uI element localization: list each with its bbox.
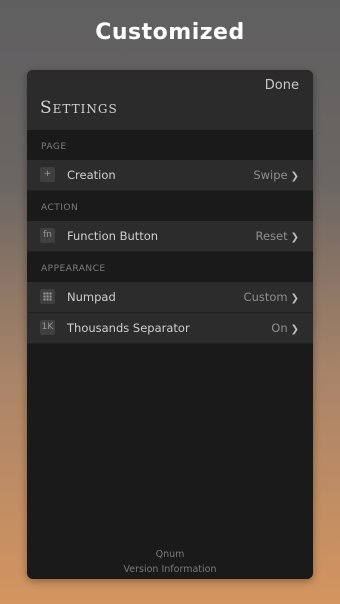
row-function-button[interactable]: fn Function Button Reset ❯ — [27, 221, 313, 252]
chevron-right-icon: ❯ — [290, 293, 299, 304]
footer: Qnum Version Information — [27, 547, 313, 577]
row-label: Function Button — [67, 229, 159, 243]
row-value: Swipe ❯ — [253, 168, 299, 182]
row-creation[interactable]: + Creation Swipe ❯ — [27, 160, 313, 191]
section-label-page: PAGE — [41, 142, 67, 152]
row-value: Reset ❯ — [255, 229, 299, 243]
section-label-appearance: APPEARANCE — [41, 264, 106, 274]
plus-icon: + — [40, 167, 55, 182]
panel-header: Done Settings — [27, 70, 313, 130]
chevron-right-icon: ❯ — [290, 324, 299, 335]
row-value: On ❯ — [271, 321, 299, 335]
row-thousands-separator[interactable]: 1K Thousands Separator On ❯ — [27, 313, 313, 344]
chevron-right-icon: ❯ — [290, 171, 299, 182]
done-button[interactable]: Done — [265, 78, 299, 93]
row-numpad[interactable]: Numpad Custom ❯ — [27, 282, 313, 313]
thousands-icon: 1K — [40, 320, 55, 335]
row-label: Creation — [67, 168, 116, 182]
chevron-right-icon: ❯ — [290, 232, 299, 243]
page-title: Settings — [40, 98, 118, 118]
section-label-action: ACTION — [41, 203, 79, 213]
headline: Customized — [95, 20, 245, 45]
app-name: Qnum — [155, 549, 185, 560]
row-label: Thousands Separator — [67, 321, 190, 335]
row-label: Numpad — [67, 290, 116, 304]
settings-panel: Done Settings PAGE + Creation Swipe ❯ ACT… — [27, 70, 313, 579]
version-information-link[interactable]: Version Information — [27, 562, 313, 577]
fn-icon: fn — [40, 228, 55, 243]
numpad-grid-icon — [40, 289, 55, 304]
row-value: Custom ❯ — [243, 290, 299, 304]
